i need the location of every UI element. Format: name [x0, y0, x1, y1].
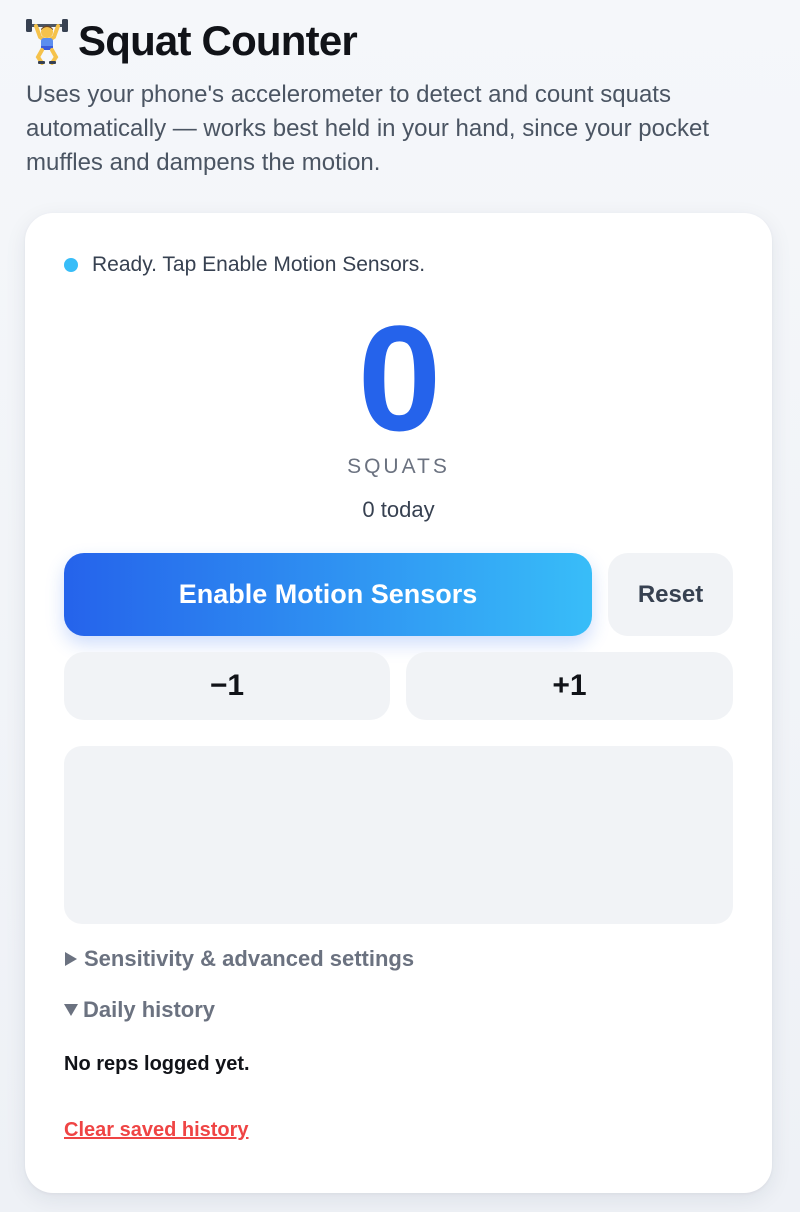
page-description: Uses your phone's accelerometer to detec… — [26, 81, 710, 176]
history-disclosure-label: Daily history — [83, 997, 216, 1022]
increment-button[interactable]: +1 — [406, 652, 733, 720]
settings-disclosure[interactable]: Sensitivity & advanced settings — [64, 946, 414, 972]
squat-count-unit: SQUATS — [347, 455, 450, 478]
status-text: Ready. Tap Enable Motion Sensors. — [92, 253, 426, 276]
enable-motion-sensors-button[interactable]: Enable Motion Sensors — [64, 553, 592, 636]
history-disclosure[interactable]: Daily history — [64, 997, 215, 1023]
reset-button[interactable]: Reset — [608, 553, 733, 636]
decrement-button[interactable]: −1 — [64, 652, 390, 720]
triangle-right-icon — [65, 952, 77, 966]
status-dot-icon — [64, 258, 78, 272]
counter-card: Ready. Tap Enable Motion Sensors. 0 SQUA… — [25, 213, 772, 1193]
weightlifter-icon — [26, 17, 68, 65]
squat-count: 0 — [357, 294, 441, 462]
history-empty-message: No reps logged yet. — [64, 1053, 250, 1075]
today-count: 0 today — [362, 497, 435, 522]
squat-counter: 0 SQUATS 0 today — [25, 303, 772, 523]
status-line: Ready. Tap Enable Motion Sensors. — [64, 253, 425, 277]
page-title: Squat Counter — [78, 17, 358, 64]
triangle-down-icon — [64, 1004, 78, 1016]
settings-disclosure-label: Sensitivity & advanced settings — [84, 946, 415, 971]
clear-history-link[interactable]: Clear saved history — [64, 1119, 249, 1142]
title-row: Squat Counter — [26, 14, 776, 68]
page-header: Squat Counter Uses your phone's accelero… — [26, 14, 776, 180]
motion-graph-panel — [64, 746, 733, 924]
